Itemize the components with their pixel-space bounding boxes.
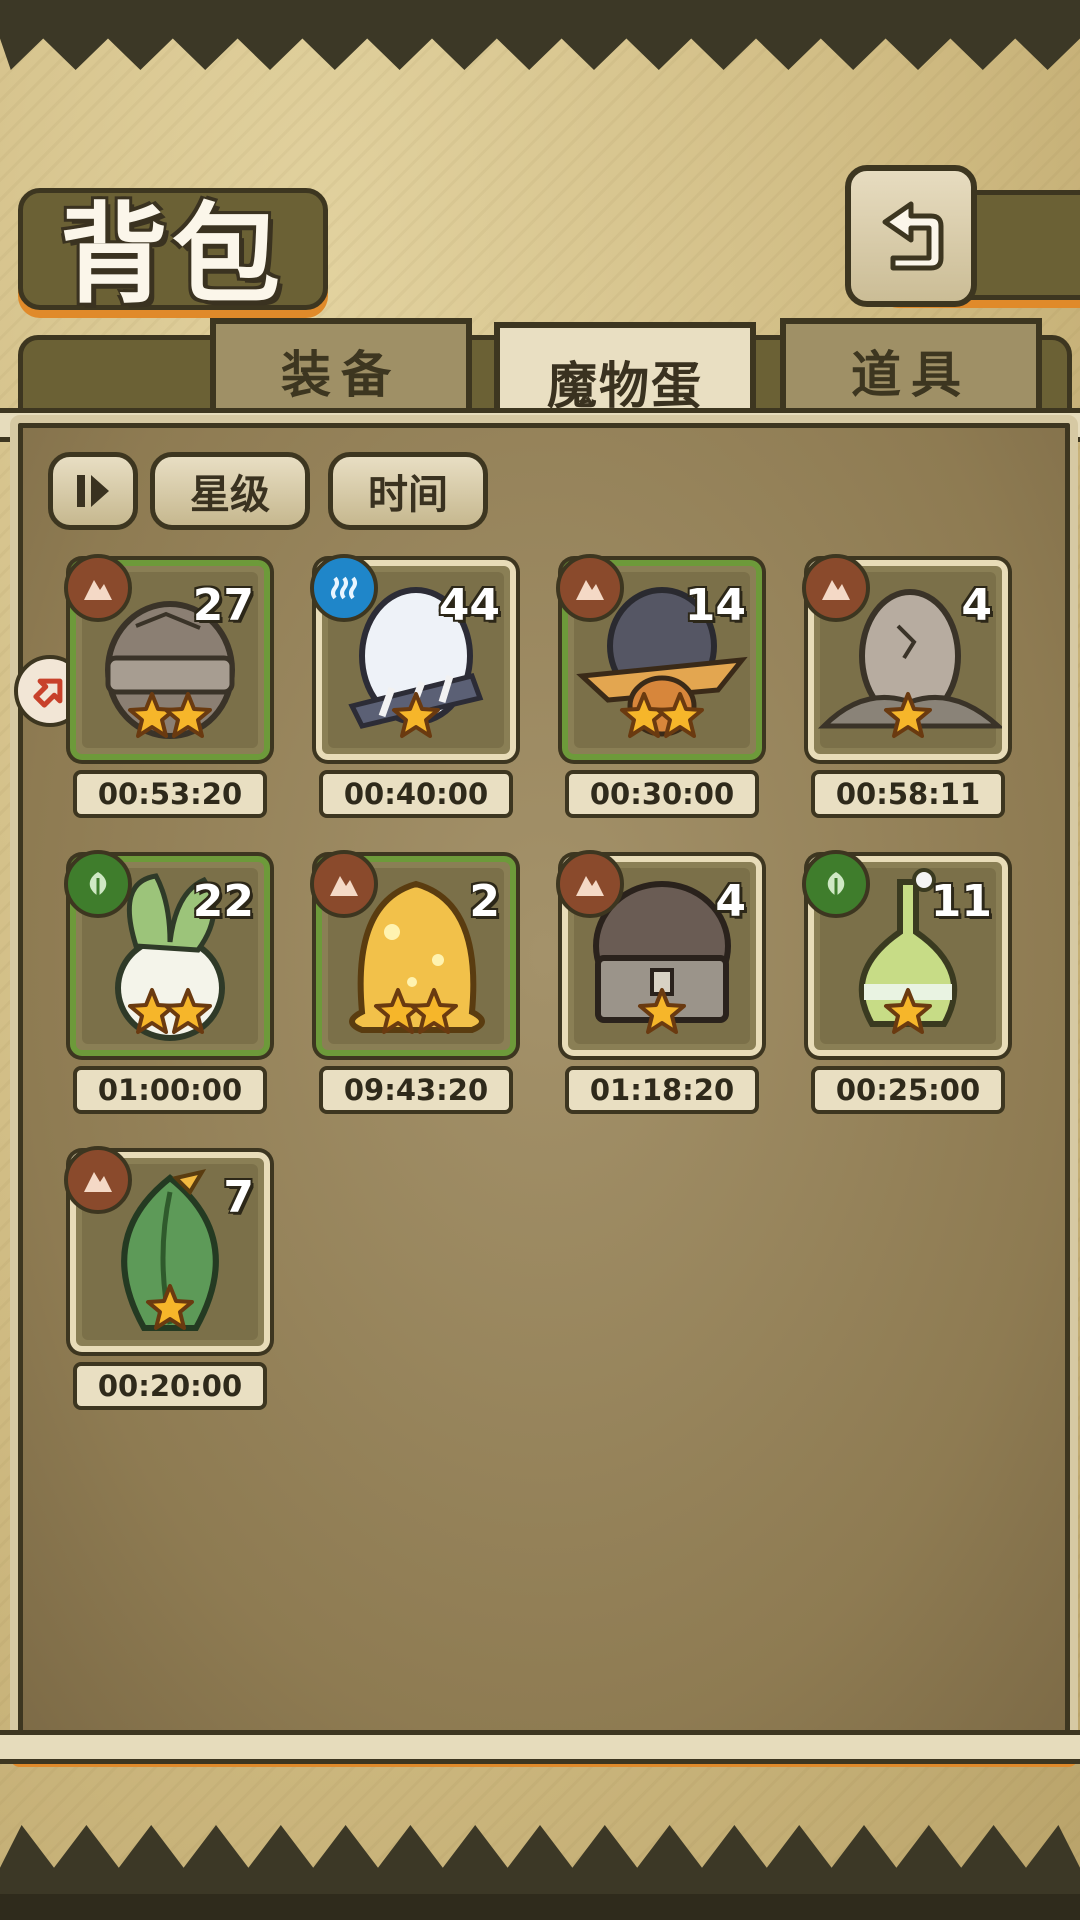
hatch-timer: 00:53:20	[73, 770, 267, 818]
star-rating	[568, 986, 756, 1042]
egg-slot[interactable]: 14 00:30:00	[556, 554, 762, 818]
star-rating	[568, 690, 756, 746]
page-title: 背包	[60, 192, 285, 318]
egg-count: 4	[961, 580, 992, 631]
nature-element-icon	[64, 850, 132, 918]
panel-bottom-rail	[0, 1730, 1080, 1764]
sort-by-star-label: 星级	[190, 472, 270, 518]
star-rating	[322, 986, 510, 1042]
hatch-timer: 00:20:00	[73, 1362, 267, 1410]
sort-by-star-button[interactable]: 星级	[150, 452, 310, 530]
egg-card[interactable]: 44	[310, 554, 516, 760]
egg-slot[interactable]: 44 00:40:00	[310, 554, 516, 818]
egg-card[interactable]: 22	[64, 850, 270, 1056]
egg-card[interactable]: 4	[556, 850, 762, 1056]
egg-card[interactable]: 14	[556, 554, 762, 760]
star-icon	[410, 988, 458, 1042]
star-icon	[164, 988, 212, 1042]
side-arrow-icon	[33, 678, 63, 708]
hatch-timer: 01:00:00	[73, 1066, 267, 1114]
egg-slot[interactable]: 11 00:25:00	[802, 850, 1008, 1114]
hatch-timer: 09:43:20	[319, 1066, 513, 1114]
star-icon	[884, 988, 932, 1042]
sort-order-button[interactable]	[48, 452, 138, 530]
nature-element-icon	[802, 850, 870, 918]
egg-slot[interactable]: 4 00:58:11	[802, 554, 1008, 818]
earth-element-icon	[64, 1146, 132, 1214]
egg-card[interactable]: 27	[64, 554, 270, 760]
star-icon	[392, 692, 440, 746]
egg-count: 14	[684, 580, 746, 631]
sort-order-icon	[77, 475, 109, 507]
egg-count: 2	[469, 876, 500, 927]
back-arrow-icon	[882, 201, 944, 271]
egg-card[interactable]: 4	[802, 554, 1008, 760]
star-icon	[146, 1284, 194, 1338]
egg-slot[interactable]: 7 00:20:00	[64, 1146, 270, 1410]
egg-card[interactable]: 2	[310, 850, 516, 1056]
hatch-timer: 00:58:11	[811, 770, 1005, 818]
egg-slot[interactable]: 4 01:18:20	[556, 850, 762, 1114]
star-icon	[884, 692, 932, 746]
sort-by-time-label: 时间	[368, 472, 448, 518]
star-rating	[76, 1282, 264, 1338]
back-button[interactable]	[845, 165, 977, 307]
star-rating	[76, 690, 264, 746]
water-element-icon	[310, 554, 378, 622]
hatch-timer: 01:18:20	[565, 1066, 759, 1114]
bottom-strip	[0, 1894, 1080, 1920]
egg-count: 22	[192, 876, 254, 927]
hatch-timer: 00:25:00	[811, 1066, 1005, 1114]
star-icon	[164, 692, 212, 746]
egg-slot[interactable]: 27 00:53:20	[64, 554, 270, 818]
egg-count: 7	[223, 1172, 254, 1223]
star-rating	[814, 986, 1002, 1042]
tab-items-label: 道具	[851, 346, 971, 404]
star-icon	[656, 692, 704, 746]
earth-element-icon	[310, 850, 378, 918]
tab-equipment[interactable]: 装备	[210, 318, 472, 418]
hatch-timer: 00:40:00	[319, 770, 513, 818]
egg-count: 44	[438, 580, 500, 631]
egg-card[interactable]: 7	[64, 1146, 270, 1352]
earth-element-icon	[556, 554, 624, 622]
star-icon	[638, 988, 686, 1042]
star-rating	[322, 690, 510, 746]
star-rating	[814, 690, 1002, 746]
hatch-timer: 00:30:00	[565, 770, 759, 818]
earth-element-icon	[64, 554, 132, 622]
sort-by-time-button[interactable]: 时间	[328, 452, 488, 530]
egg-card[interactable]: 11	[802, 850, 1008, 1056]
egg-slot[interactable]: 2 09:43:20	[310, 850, 516, 1114]
tab-items[interactable]: 道具	[780, 318, 1042, 418]
egg-count: 11	[930, 876, 992, 927]
earth-element-icon	[556, 850, 624, 918]
tab-equipment-label: 装备	[281, 346, 401, 404]
egg-count: 4	[715, 876, 746, 927]
star-rating	[76, 986, 264, 1042]
egg-count: 27	[192, 580, 254, 631]
egg-slot[interactable]: 22 01:00:00	[64, 850, 270, 1114]
earth-element-icon	[802, 554, 870, 622]
